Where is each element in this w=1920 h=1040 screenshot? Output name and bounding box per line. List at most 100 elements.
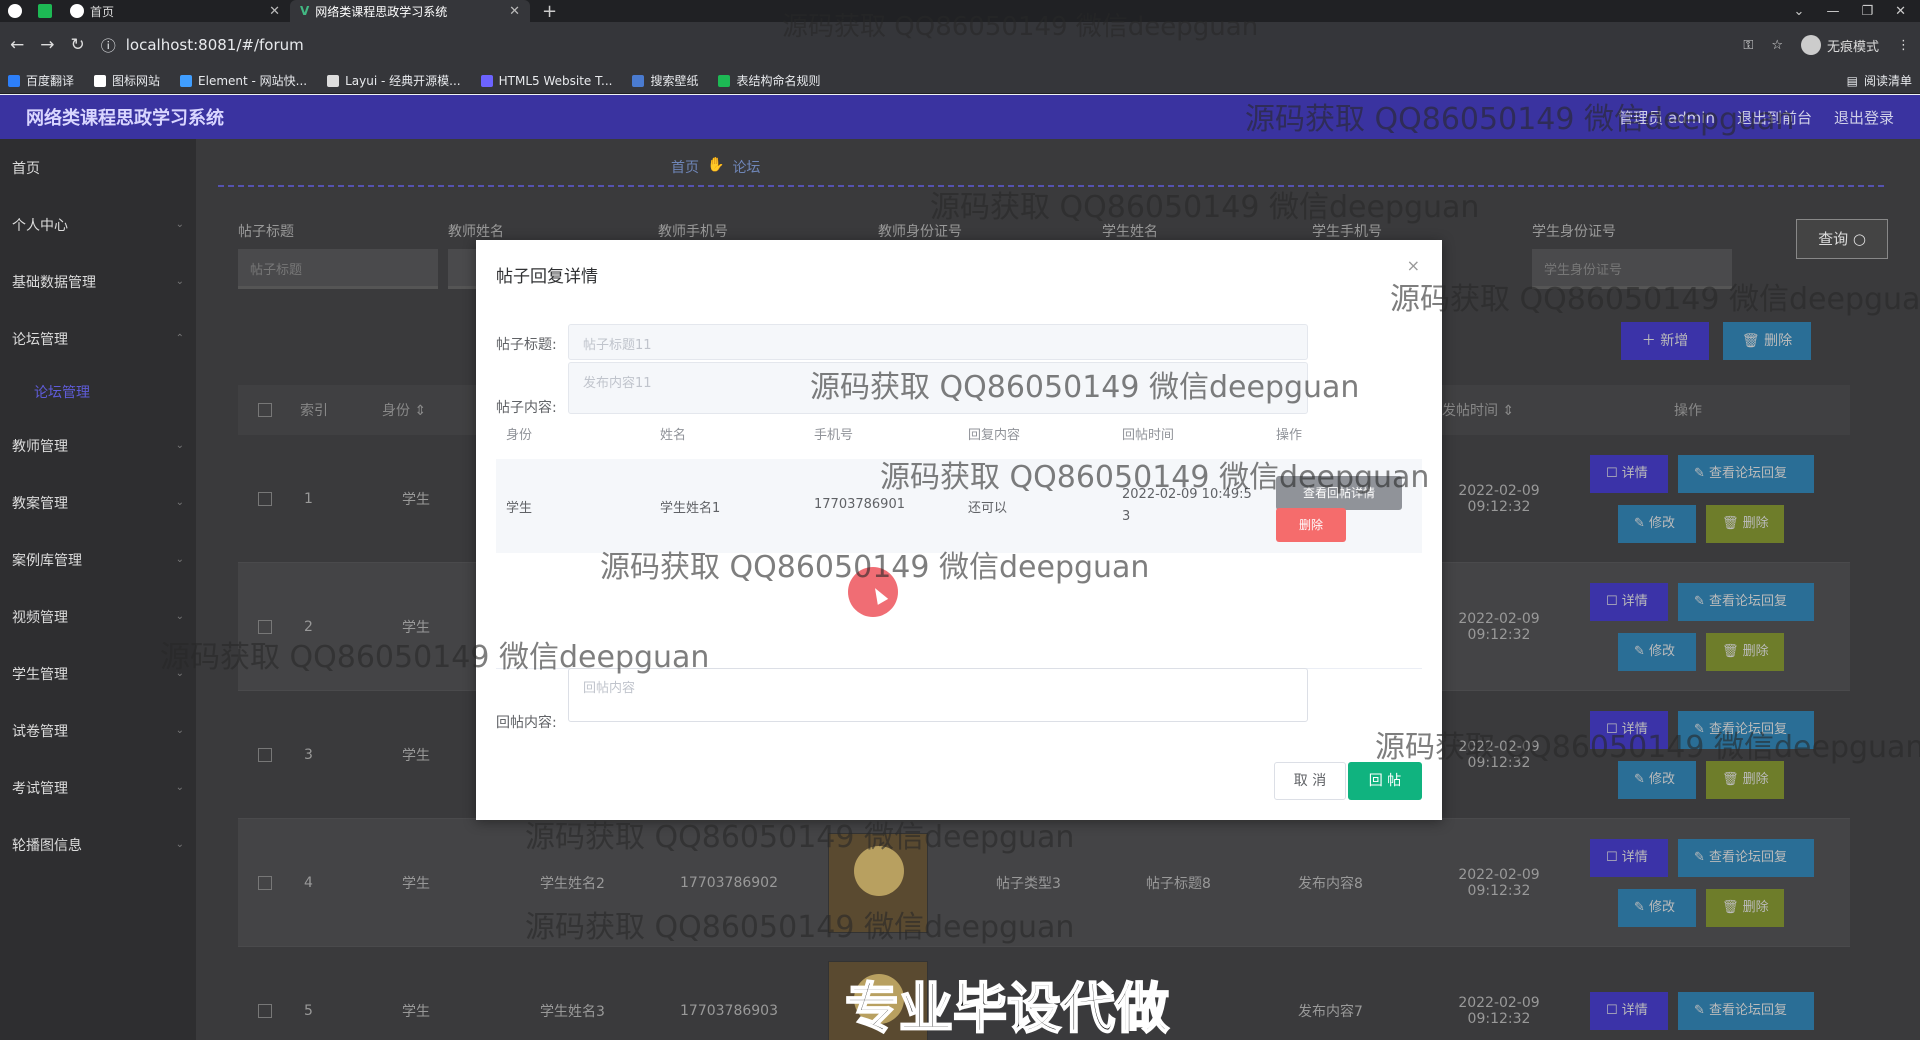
bookmark[interactable]: HTML5 Website T...: [480, 74, 612, 88]
app-header: 网络类课程思政学习系统 管理员 admin 退出到前台 退出登录: [0, 95, 1920, 139]
reading-list[interactable]: ▤ 阅读清单: [1847, 72, 1912, 89]
element-icon: [180, 74, 193, 87]
tab-pinned-2[interactable]: [30, 0, 60, 22]
wallpaper-icon: [632, 74, 645, 87]
sidebar-item-paper[interactable]: 试卷管理 ⌄: [0, 702, 196, 759]
reply-detail-dialog: 帖子回复详情 × 帖子标题: 帖子标题11 帖子内容: 发布内容11 身份 姓名…: [476, 240, 1442, 820]
address-bar: ← → ↻ ⓘ localhost:8081/#/forum ⚿ ☆ 无痕模式 …: [0, 22, 1920, 68]
menu-icon[interactable]: ⋮: [1897, 38, 1910, 53]
bookmark[interactable]: Layui - 经典开源模...: [327, 72, 461, 89]
reply-phone: 17703786901: [814, 497, 905, 512]
post-content-label: 帖子内容:: [496, 400, 557, 416]
minimize-icon[interactable]: —: [1826, 4, 1839, 19]
chevron-down-icon: ⌄: [175, 725, 184, 736]
logout-link[interactable]: 退出登录: [1834, 107, 1894, 128]
reply-time-cont: 3: [1122, 509, 1131, 524]
sidebar-item-home[interactable]: 首页: [0, 139, 196, 196]
delete-reply-button[interactable]: 删除: [1276, 508, 1346, 542]
sidebar-item-profile[interactable]: 个人中心 ⌄: [0, 196, 196, 253]
reading-list-icon: ▤: [1846, 73, 1858, 88]
chevron-down-icon: ⌄: [175, 668, 184, 679]
chevron-down-icon: ⌄: [175, 219, 184, 230]
post-title-field: 帖子标题11: [568, 324, 1308, 360]
table-icon: [718, 74, 731, 87]
sidebar-item-basic-data[interactable]: 基础数据管理 ⌄: [0, 253, 196, 310]
bookmark[interactable]: 图标网站: [94, 72, 160, 89]
app-title: 网络类课程思政学习系统: [26, 108, 224, 129]
reload-icon[interactable]: ↻: [71, 35, 85, 55]
window-controls: ⌄ — ❐ ✕: [1794, 4, 1920, 19]
dialog-title: 帖子回复详情: [496, 267, 598, 287]
sidebar-item-carousel[interactable]: 轮播图信息 ⌄: [0, 816, 196, 873]
reply-table-header: 身份 姓名 手机号 回复内容 回帖时间 操作: [496, 424, 1422, 448]
col-name: 姓名: [660, 428, 687, 443]
post-title-label: 帖子标题:: [496, 337, 557, 353]
chevron-down-icon: ⌄: [175, 276, 184, 287]
reply-content: 还可以: [968, 501, 1008, 516]
star-icon[interactable]: ☆: [1771, 38, 1783, 53]
new-tab-button[interactable]: +: [530, 1, 569, 22]
forward-icon[interactable]: →: [40, 35, 54, 55]
chevron-down-icon: ⌄: [175, 440, 184, 451]
reply-name: 学生姓名1: [660, 501, 721, 516]
chevron-down-icon[interactable]: ⌄: [1794, 4, 1805, 19]
incognito-label: 无痕模式: [1826, 39, 1879, 55]
reply-textarea[interactable]: 回帖内容: [568, 668, 1308, 722]
chevron-down-icon: ⌄: [175, 554, 184, 565]
chevron-up-icon: ⌃: [175, 333, 184, 344]
bookmark[interactable]: 百度翻译: [8, 72, 74, 89]
tab-active[interactable]: V 网络类课程思政学习系统 ✕: [290, 0, 530, 22]
chevron-down-icon: ⌄: [175, 782, 184, 793]
close-icon[interactable]: ✕: [509, 4, 520, 19]
tab-home[interactable]: 首页 ✕: [60, 0, 290, 22]
user-label: 管理员 admin: [1618, 108, 1715, 127]
incognito-icon: [1800, 35, 1821, 55]
flag-icon: [94, 74, 107, 87]
info-icon[interactable]: ⓘ: [101, 35, 116, 56]
front-link[interactable]: 退出到前台: [1737, 107, 1812, 128]
translate-icon: [8, 74, 20, 87]
tab-label: 首页: [90, 4, 115, 19]
bookmark[interactable]: 搜索壁纸: [632, 72, 698, 89]
col-ops: 操作: [1276, 428, 1303, 443]
sidebar-item-exam[interactable]: 考试管理 ⌄: [0, 759, 196, 816]
sidebar-item-case[interactable]: 案例库管理 ⌄: [0, 531, 196, 588]
col-phone: 手机号: [814, 428, 854, 443]
key-icon[interactable]: ⚿: [1743, 38, 1753, 53]
close-icon[interactable]: ×: [1407, 256, 1420, 275]
col-time: 回帖时间: [1122, 428, 1175, 443]
sidebar-item-teacher[interactable]: 教师管理 ⌄: [0, 417, 196, 474]
close-icon[interactable]: ✕: [269, 4, 280, 19]
col-identity: 身份: [506, 428, 533, 443]
bookmark[interactable]: Element - 网站快...: [180, 72, 307, 89]
restore-icon[interactable]: ❐: [1861, 4, 1873, 19]
view-reply-detail-button[interactable]: 查看回帖详情: [1276, 476, 1402, 510]
close-window-icon[interactable]: ✕: [1895, 4, 1906, 19]
url-field[interactable]: ⓘ localhost:8081/#/forum: [101, 35, 304, 56]
cancel-button[interactable]: 取 消: [1274, 762, 1346, 800]
sidebar-item-forum[interactable]: 论坛管理 ⌃: [0, 310, 196, 367]
sidebar-subitem-forum-manage[interactable]: 论坛管理: [0, 367, 196, 417]
incognito-badge[interactable]: 无痕模式: [1800, 35, 1879, 55]
sidebar-item-lesson[interactable]: 教案管理 ⌄: [0, 474, 196, 531]
reply-label: 回帖内容:: [496, 715, 557, 731]
chrome-icon: [8, 4, 22, 18]
submit-reply-button[interactable]: 回 帖: [1348, 762, 1422, 800]
sidebar-item-video[interactable]: 视频管理 ⌄: [0, 588, 196, 645]
bookmarks-bar: 百度翻译 图标网站 Element - 网站快... Layui - 经典开源模…: [0, 68, 1920, 94]
back-icon[interactable]: ←: [10, 35, 24, 55]
tab-label: 网络类课程思政学习系统: [315, 4, 448, 19]
tab-pinned[interactable]: [0, 0, 30, 22]
chevron-down-icon: ⌄: [175, 839, 184, 850]
reply-identity: 学生: [506, 501, 533, 516]
sidebar: 首页 个人中心 ⌄ 基础数据管理 ⌄ 论坛管理 ⌃ 论坛管理 教师管理 ⌄ 教案管理 ⌄ …: [0, 139, 196, 1040]
sidebar-item-student[interactable]: 学生管理 ⌄: [0, 645, 196, 702]
bookmark[interactable]: 表结构命名规则: [718, 72, 820, 89]
chevron-down-icon: ⌄: [175, 497, 184, 508]
promo-banner: 专业毕设代做: [844, 976, 1170, 1040]
browser-tab-bar: 首页 ✕ V 网络类课程思政学习系统 ✕ + ⌄ — ❐ ✕: [0, 0, 1920, 22]
vue-icon: V: [300, 4, 310, 18]
sheet-icon: [38, 4, 52, 18]
globe-icon: [70, 4, 84, 18]
col-content: 回复内容: [968, 428, 1021, 443]
